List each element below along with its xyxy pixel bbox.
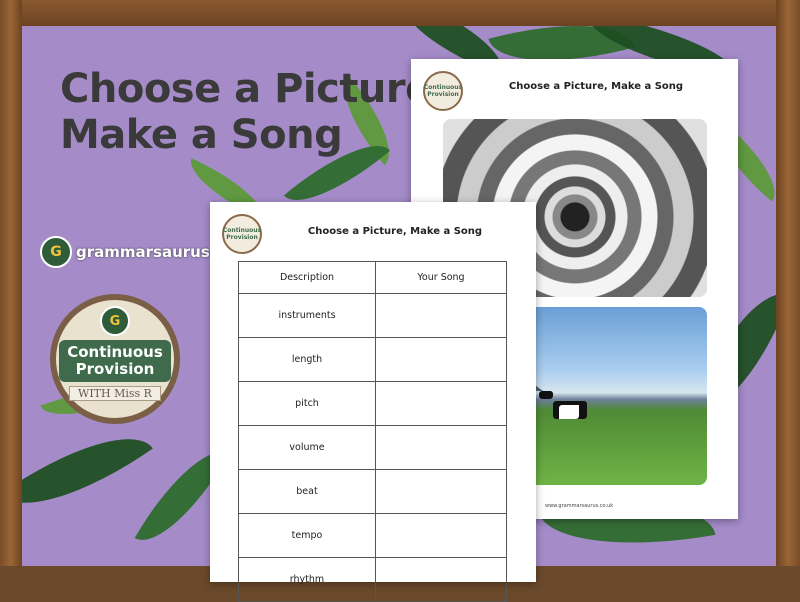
song-description-table: Description Your Song instruments length… [238, 261, 507, 602]
song-cell [375, 381, 507, 426]
table-row: tempo [238, 513, 507, 558]
song-cell [375, 513, 507, 558]
worksheet-heading: Choose a Picture, Make a Song [307, 226, 483, 237]
column-header: Your Song [375, 261, 507, 294]
page-title: Choose a Picture, Make a Song [60, 66, 460, 158]
column-header: Description [238, 261, 376, 294]
table-row: length [238, 337, 507, 382]
cow-shape [539, 391, 553, 399]
description-cell: rhythm [238, 557, 376, 602]
description-cell: instruments [238, 293, 376, 338]
title-line-2: Make a Song [60, 112, 343, 158]
grammarsaurus-logo-icon: G [40, 236, 72, 268]
table-row: beat [238, 469, 507, 514]
description-cell: volume [238, 425, 376, 470]
description-cell: tempo [238, 513, 376, 558]
badge-title: Continuous Provision [59, 340, 171, 382]
table-header-row: Description Your Song [238, 261, 507, 294]
description-cell: pitch [238, 381, 376, 426]
badge-subtitle: WITH Miss R [69, 386, 161, 401]
table-row: volume [238, 425, 507, 470]
table-row: rhythm [238, 557, 507, 602]
table-row: pitch [238, 381, 507, 426]
bamboo-frame-left [0, 0, 22, 566]
song-cell [375, 293, 507, 338]
cow-shape [553, 401, 587, 419]
song-cell [375, 469, 507, 514]
description-cell: length [238, 337, 376, 382]
song-cell [375, 337, 507, 382]
worksheet-preview-front: Continuous Provision Choose a Picture, M… [210, 202, 536, 602]
bamboo-frame-right [776, 0, 800, 566]
bamboo-frame-top [0, 0, 800, 28]
grammarsaurus-logo-icon: G [100, 306, 130, 336]
leaf-icon [22, 407, 153, 535]
continuous-provision-badge: G Continuous Provision WITH Miss R [50, 294, 180, 424]
description-cell: beat [238, 469, 376, 514]
song-cell [375, 557, 507, 602]
worksheet-logo: Continuous Provision [423, 71, 463, 111]
title-line-1: Choose a Picture, [60, 66, 447, 112]
worksheet-heading: Choose a Picture, Make a Song [508, 81, 684, 92]
table-row: instruments [238, 293, 507, 338]
song-cell [375, 425, 507, 470]
worksheet-footer: www.grammarsaurus.co.uk [545, 503, 614, 509]
worksheet-logo: Continuous Provision [222, 214, 262, 254]
